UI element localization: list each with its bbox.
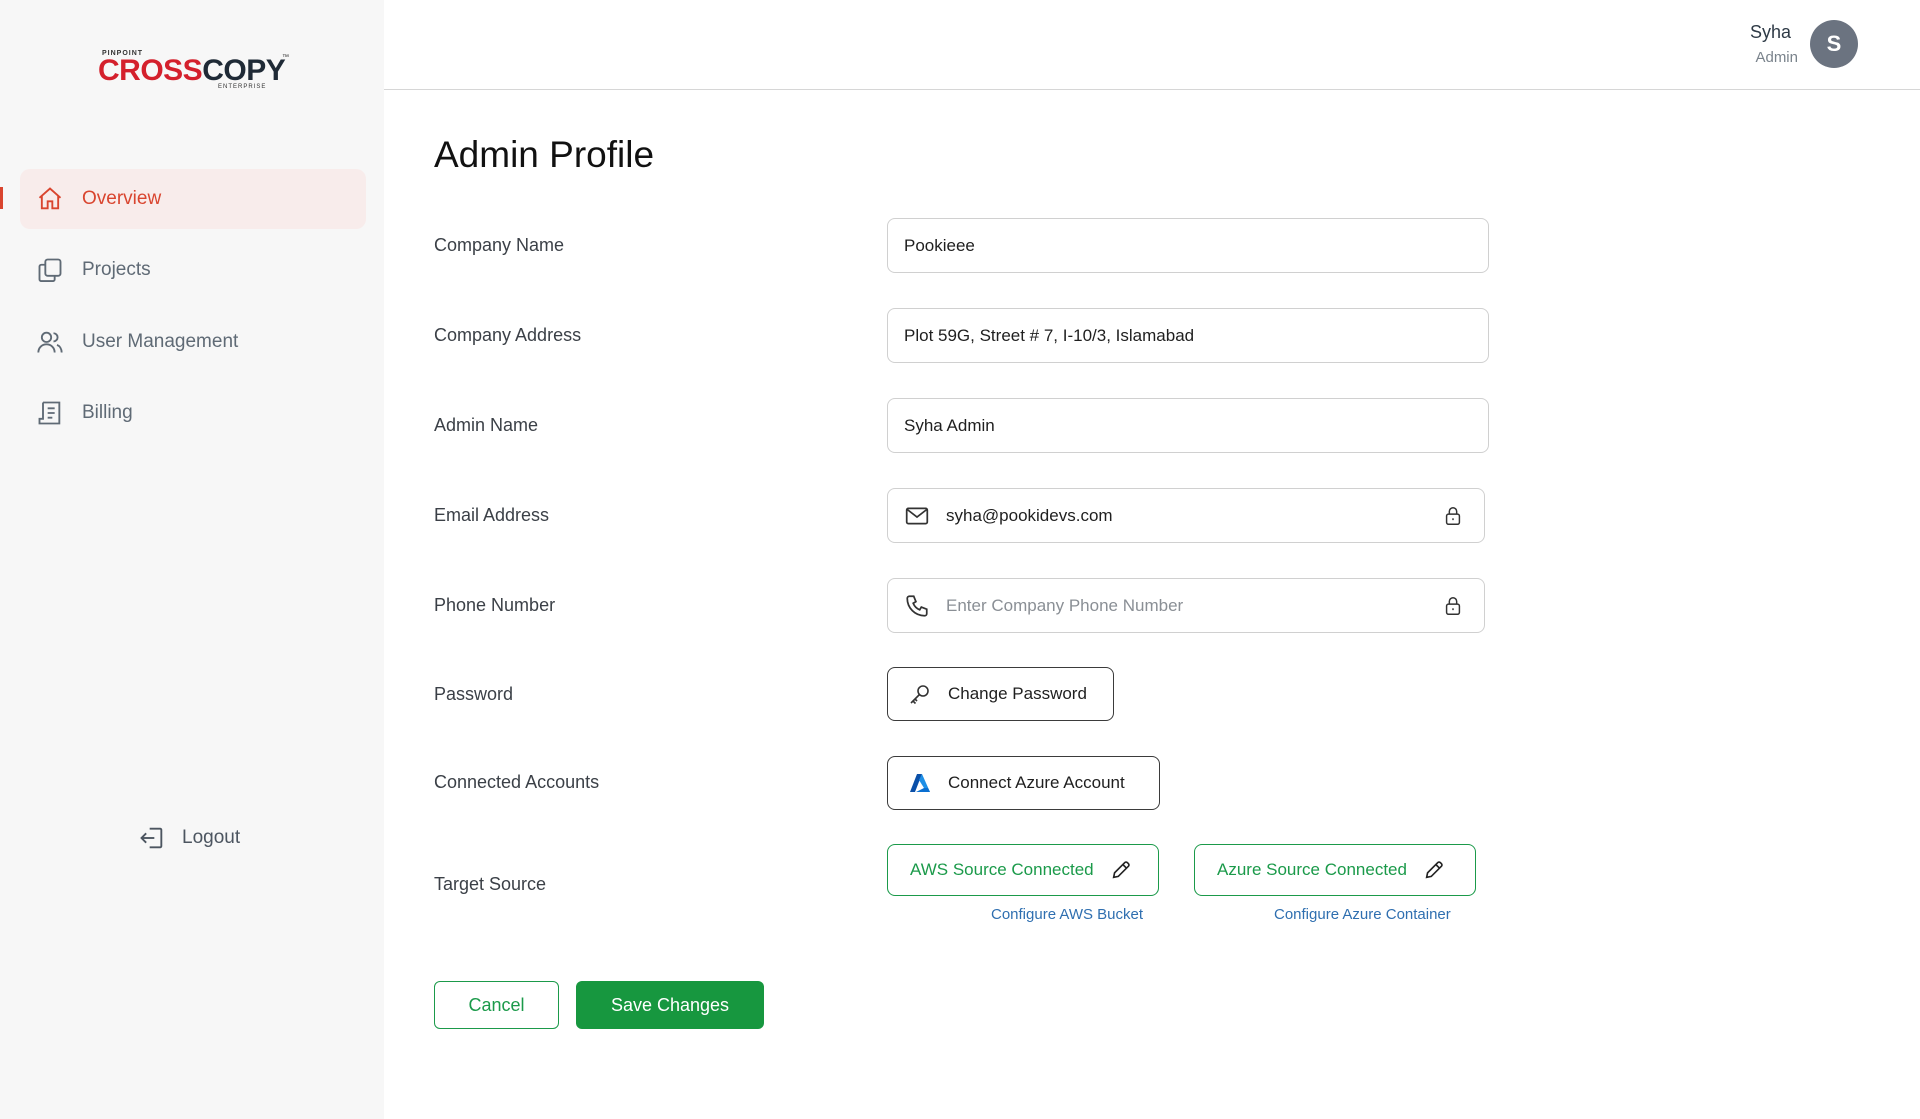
cancel-button[interactable]: Cancel [434, 981, 559, 1029]
change-password-label: Change Password [948, 684, 1087, 703]
company-name-value: Pookieee [904, 235, 975, 255]
user-name: Syha [1749, 22, 1791, 42]
avatar[interactable]: S [1810, 20, 1858, 68]
sidebar-item-billing[interactable]: Billing [20, 383, 366, 443]
aws-source-button[interactable]: AWS Source Connected [887, 844, 1159, 896]
admin-name-label: Admin Name [434, 415, 539, 435]
password-label: Password [434, 684, 514, 704]
logout-icon [140, 827, 163, 849]
company-address-field[interactable]: Plot 59G, Street # 7, I-10/3, Islamabad [887, 308, 1489, 363]
company-address-label: Company Address [434, 325, 582, 345]
phone-icon [906, 594, 928, 617]
azure-source-button[interactable]: Azure Source Connected [1194, 844, 1476, 896]
sidebar-item-label: User Management [82, 331, 239, 352]
logout-label: Logout [182, 827, 241, 848]
users-icon [37, 331, 63, 353]
configure-aws-link[interactable]: Configure AWS Bucket [991, 906, 1143, 923]
receipt-icon [38, 401, 61, 425]
target-source-label: Target Source [434, 874, 547, 894]
sidebar-item-label: Billing [82, 402, 133, 423]
user-role: Admin [1755, 49, 1798, 66]
aws-source-label: AWS Source Connected [910, 860, 1094, 879]
phone-field[interactable]: Enter Company Phone Number [887, 578, 1485, 633]
sidebar-item-overview[interactable]: Overview [20, 169, 366, 229]
sidebar-item-user-management[interactable]: User Management [20, 312, 366, 372]
phone-placeholder: Enter Company Phone Number [946, 595, 1184, 615]
logo-wordmark: CROSSCOPY [98, 54, 286, 87]
company-name-field[interactable]: Pookieee [887, 218, 1489, 273]
crosscopy-logo[interactable]: PINPOINT CROSSCOPY ™ ENTERPRISE [98, 50, 289, 92]
save-changes-button[interactable]: Save Changes [576, 981, 764, 1029]
connect-azure-label: Connect Azure Account [948, 773, 1125, 792]
azure-icon [910, 774, 930, 792]
phone-label: Phone Number [434, 595, 556, 615]
lock-icon [1445, 507, 1461, 525]
pencil-icon [1425, 861, 1443, 879]
email-value: syha@pookidevs.com [946, 505, 1113, 525]
change-password-button[interactable]: Change Password [887, 667, 1114, 721]
company-address-value: Plot 59G, Street # 7, I-10/3, Islamabad [904, 325, 1195, 345]
sidebar: PINPOINT CROSSCOPY ™ ENTERPRISE Overview… [0, 0, 384, 1119]
sidebar-item-label: Overview [82, 188, 162, 209]
pencil-icon [1112, 861, 1130, 879]
page-title: Admin Profile [434, 134, 655, 175]
copy-icon [38, 258, 62, 283]
mail-icon [905, 507, 929, 524]
lock-icon [1445, 597, 1461, 615]
sidebar-item-label: Projects [82, 259, 151, 280]
azure-source-label: Azure Source Connected [1217, 860, 1407, 879]
connected-accounts-label: Connected Accounts [434, 772, 600, 792]
logout-button[interactable]: Logout [138, 824, 240, 852]
active-nav-marker [0, 187, 3, 209]
email-field[interactable]: syha@pookidevs.com [887, 488, 1485, 543]
logo-trademark: ™ [282, 54, 289, 61]
logo-bottom-text: ENTERPRISE [218, 84, 267, 90]
top-header: Syha Admin S [384, 0, 1920, 90]
company-name-label: Company Name [434, 235, 565, 255]
sidebar-item-projects[interactable]: Projects [20, 240, 366, 300]
email-label: Email Address [434, 505, 550, 525]
admin-name-value: Syha Admin [904, 415, 995, 435]
key-icon [910, 685, 929, 705]
logo-word-cross: CROSS [98, 54, 203, 87]
admin-name-field[interactable]: Syha Admin [887, 398, 1489, 453]
connect-azure-button[interactable]: Connect Azure Account [887, 756, 1160, 810]
home-icon [38, 187, 62, 210]
configure-azure-link[interactable]: Configure Azure Container [1274, 906, 1451, 923]
logo-word-copy: COPY [202, 54, 286, 87]
